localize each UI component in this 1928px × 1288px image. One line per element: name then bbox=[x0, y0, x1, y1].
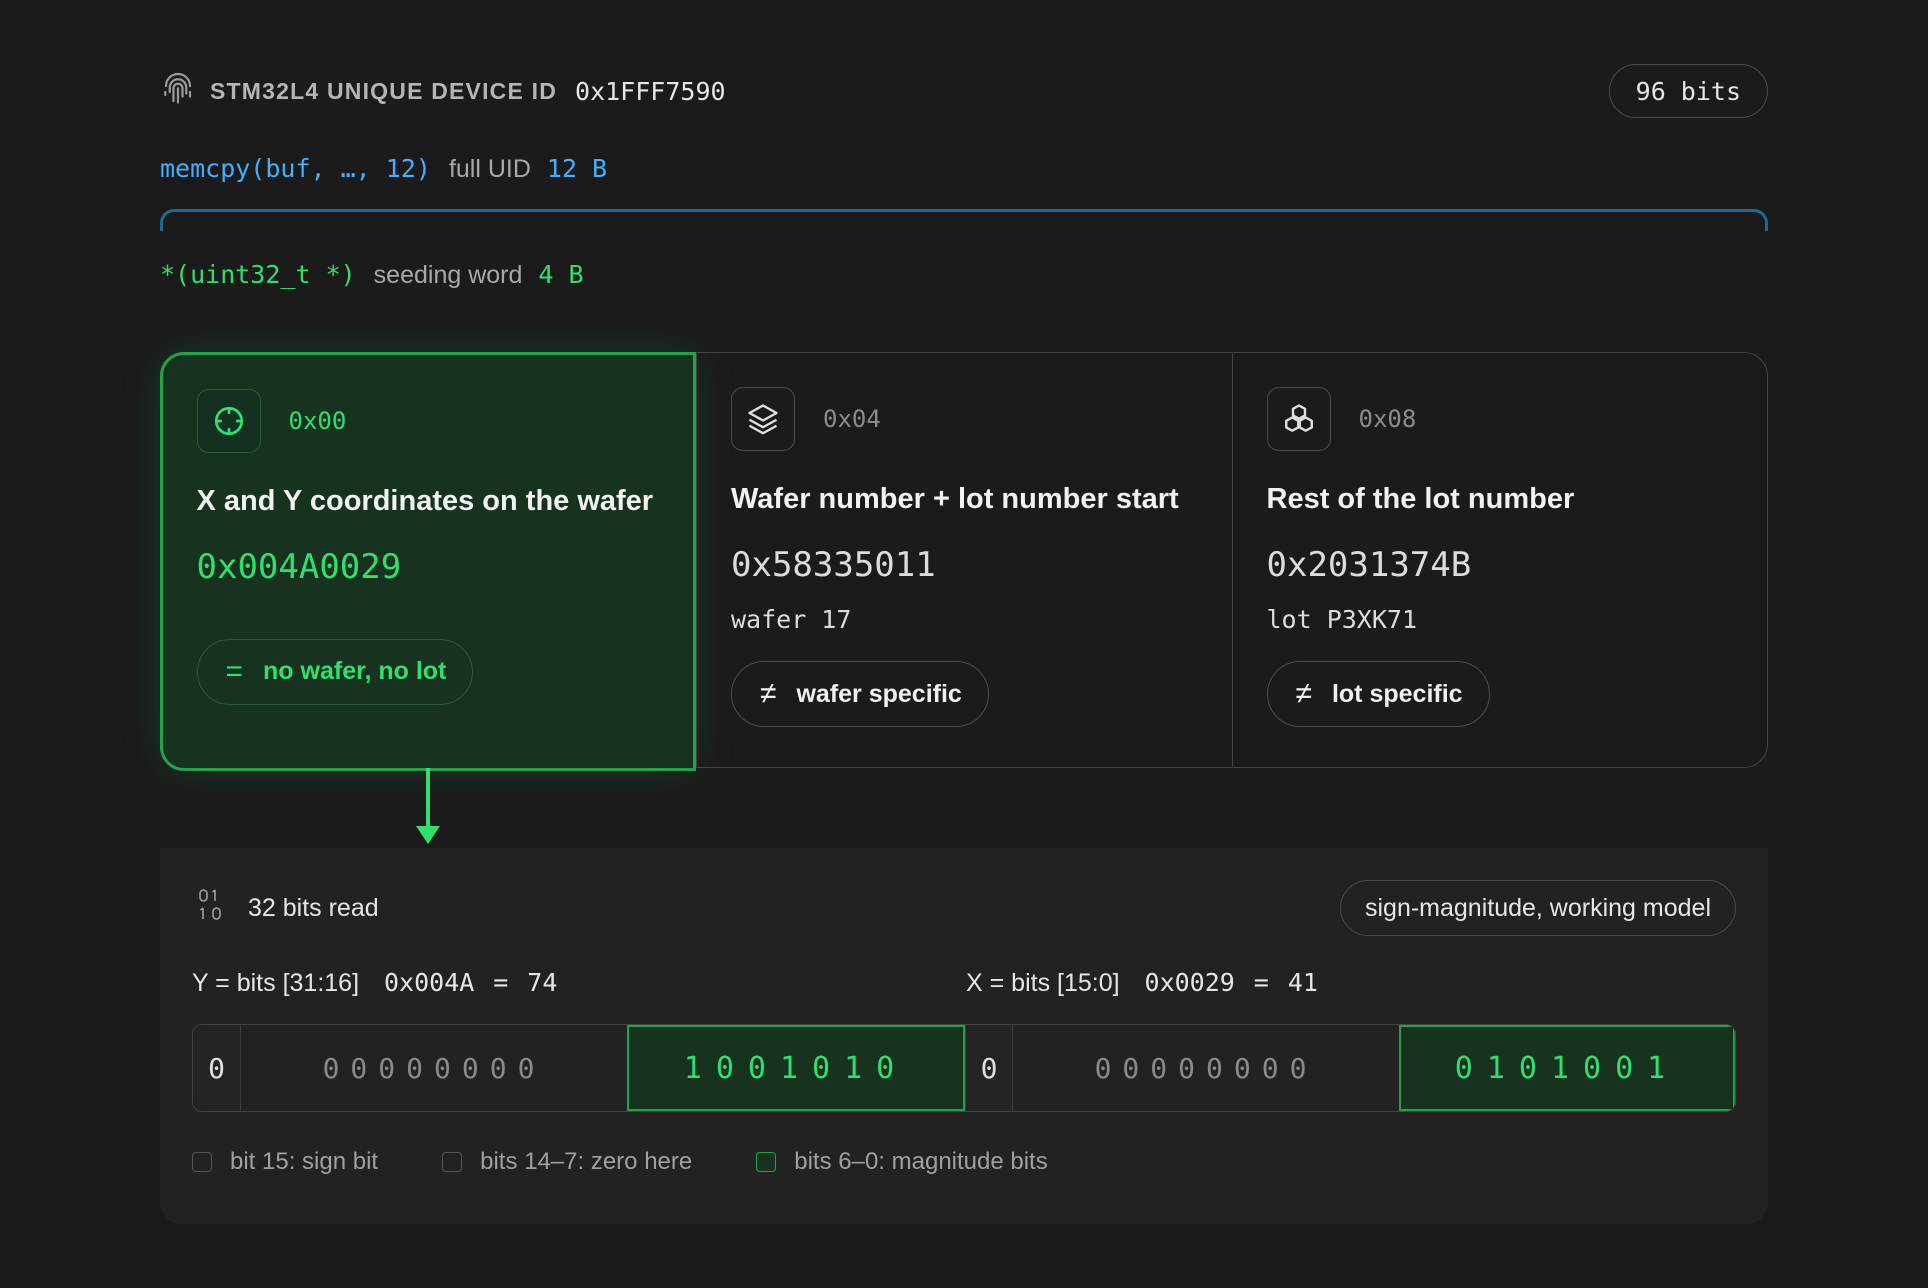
word-scope-label: lot specific bbox=[1331, 679, 1463, 708]
y-magnitude-bits: 1001010 bbox=[627, 1025, 965, 1111]
bits-read-header: 32 bits read bbox=[198, 888, 379, 929]
word-title: Wafer number + lot number start bbox=[731, 483, 1179, 515]
word-scope-label: wafer specific bbox=[796, 679, 962, 708]
x-zero-bits: 00000000 bbox=[1013, 1025, 1399, 1111]
x-field-range: X = bits [15:0] bbox=[966, 969, 1120, 997]
binary-icon bbox=[198, 888, 226, 929]
word-title: Rest of the lot number bbox=[1266, 483, 1575, 515]
legend-magnitude-label: bits 6–0: magnitude bits bbox=[794, 1148, 1048, 1175]
full-uid-code: memcpy(buf, …, 12) bbox=[160, 154, 431, 183]
y-field-eq: = bbox=[493, 968, 509, 997]
fingerprint-icon bbox=[160, 71, 196, 112]
bits-panel: 32 bits read sign-magnitude, working mod… bbox=[160, 848, 1768, 1224]
y-field-label: Y = bits [31:16] 0x004A = 74 bbox=[192, 968, 557, 998]
legend-zero: bits 14–7: zero here bbox=[442, 1148, 692, 1176]
full-uid-row: memcpy(buf, …, 12) full UID 12 B bbox=[160, 154, 607, 184]
x-sign-bit: 0 bbox=[965, 1025, 1013, 1111]
word-title: X and Y coordinates on the wafer bbox=[196, 484, 654, 517]
word-offset: 0x04 bbox=[823, 405, 881, 433]
y-sign-bit: 0 bbox=[193, 1025, 241, 1111]
seeding-size: 4 B bbox=[538, 260, 584, 289]
word-scope-badge: = no wafer, no lot bbox=[196, 638, 474, 705]
legend-sign-label: bit 15: sign bit bbox=[230, 1148, 379, 1175]
seeding-row: *(uint32_t *) seeding word 4 B bbox=[160, 260, 584, 290]
legend-zero-label: bits 14–7: zero here bbox=[480, 1148, 693, 1175]
y-field-dec: 74 bbox=[527, 968, 558, 997]
full-uid-bracket bbox=[160, 209, 1768, 231]
crosshair-icon bbox=[196, 388, 261, 453]
legend-sign: bit 15: sign bit bbox=[192, 1148, 378, 1176]
word-card-0x08[interactable]: 0x08 Rest of the lot number 0x2031374B l… bbox=[1231, 353, 1768, 767]
x-magnitude-bits: 0101001 bbox=[1399, 1025, 1735, 1111]
word-offset: 0x08 bbox=[1358, 405, 1417, 433]
model-badge: sign-magnitude, working model bbox=[1339, 880, 1736, 936]
legend-swatch-magnitude bbox=[756, 1152, 777, 1172]
down-arrow-icon bbox=[416, 826, 440, 844]
equals-icon: = bbox=[225, 654, 244, 688]
word-value: 0x58335011 bbox=[731, 545, 936, 585]
bits-badge: 96 bits bbox=[1608, 64, 1768, 118]
not-equal-icon: ≠ bbox=[1295, 677, 1312, 710]
word-scope-badge: ≠ lot specific bbox=[1266, 661, 1490, 727]
legend-swatch-zero bbox=[442, 1152, 463, 1172]
selection-arrow-line bbox=[426, 768, 430, 828]
word-card-0x00[interactable]: 0x00 X and Y coordinates on the wafer 0x… bbox=[159, 351, 696, 771]
seeding-label: seeding word bbox=[373, 261, 523, 289]
word-detail: lot P3XK71 bbox=[1266, 605, 1418, 634]
bit-legend: bit 15: sign bit bits 14–7: zero here bi… bbox=[192, 1148, 1112, 1176]
word-card-0x04[interactable]: 0x04 Wafer number + lot number start 0x5… bbox=[696, 353, 1232, 767]
full-uid-label: full UID bbox=[448, 155, 531, 183]
not-equal-icon: ≠ bbox=[760, 677, 777, 710]
seeding-code: *(uint32_t *) bbox=[160, 260, 356, 289]
layers-icon bbox=[731, 387, 795, 451]
header: STM32L4 UNIQUE DEVICE ID 0x1FFF7590 96 b… bbox=[160, 62, 1768, 120]
legend-magnitude: bits 6–0: magnitude bits bbox=[756, 1148, 1048, 1176]
uid-word-cards: 0x00 X and Y coordinates on the wafer 0x… bbox=[159, 351, 1768, 771]
y-field-range: Y = bits [31:16] bbox=[192, 969, 360, 997]
legend-swatch-sign bbox=[192, 1152, 212, 1172]
base-address: 0x1FFF7590 bbox=[575, 76, 726, 106]
word-value: 0x2031374B bbox=[1266, 545, 1472, 585]
word-value: 0x004A0029 bbox=[196, 546, 402, 587]
x-field-hex: 0x0029 bbox=[1144, 968, 1235, 997]
boxes-icon bbox=[1266, 387, 1331, 451]
word-scope-label: no wafer, no lot bbox=[263, 657, 447, 685]
word-detail: wafer 17 bbox=[731, 605, 852, 634]
full-uid-size: 12 B bbox=[546, 154, 608, 183]
bit-strip: 0 00000000 1001010 0 00000000 0101001 bbox=[192, 1024, 1736, 1112]
word-scope-badge: ≠ wafer specific bbox=[731, 661, 989, 727]
word-offset: 0x00 bbox=[288, 406, 347, 435]
x-field-dec: 41 bbox=[1287, 968, 1318, 997]
y-field-hex: 0x004A bbox=[383, 968, 475, 997]
bits-read-label: 32 bits read bbox=[248, 894, 379, 922]
y-zero-bits: 00000000 bbox=[241, 1025, 627, 1111]
x-field-eq: = bbox=[1253, 968, 1269, 997]
x-field-label: X = bits [15:0] 0x0029 = 41 bbox=[966, 968, 1318, 998]
page-title: STM32L4 UNIQUE DEVICE ID bbox=[210, 77, 558, 104]
